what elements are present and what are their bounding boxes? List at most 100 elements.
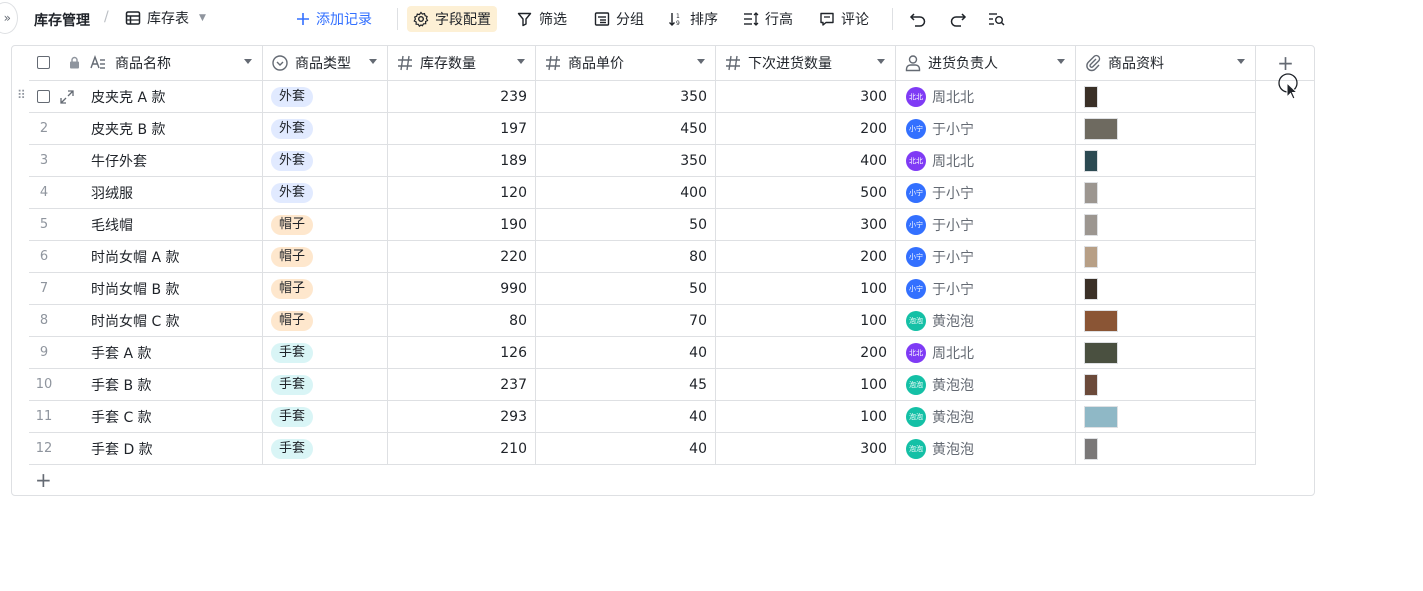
cell-stock[interactable]: 189 <box>388 145 536 177</box>
cell-stock[interactable]: 293 <box>388 401 536 433</box>
cell-price[interactable]: 450 <box>536 113 716 145</box>
cell-product-name[interactable]: ⠿ 皮夹克 A 款 <box>17 81 263 113</box>
cell-product-type[interactable]: 手套 <box>263 369 388 401</box>
expand-sidebar-button[interactable]: » <box>0 2 18 34</box>
cell-price[interactable]: 45 <box>536 369 716 401</box>
cell-attachment[interactable] <box>1076 241 1256 273</box>
cell-product-type[interactable]: 外套 <box>263 81 388 113</box>
row-checkbox[interactable] <box>37 90 50 103</box>
cell-owner[interactable]: 北北 周北北 <box>896 81 1076 113</box>
cell-stock[interactable]: 197 <box>388 113 536 145</box>
search-button[interactable] <box>982 6 1012 32</box>
cell-attachment[interactable] <box>1076 81 1256 113</box>
image-thumbnail[interactable] <box>1084 117 1118 140</box>
image-thumbnail[interactable] <box>1084 213 1098 236</box>
cell-attachment[interactable] <box>1076 433 1256 465</box>
chevron-down-icon[interactable] <box>517 59 525 64</box>
cell-next-qty[interactable]: 200 <box>716 241 896 273</box>
cell-next-qty[interactable]: 300 <box>716 209 896 241</box>
expand-record-icon[interactable] <box>60 90 74 104</box>
cell-product-type[interactable]: 外套 <box>263 177 388 209</box>
image-thumbnail[interactable] <box>1084 373 1098 396</box>
column-header-attachment[interactable]: 商品资料 <box>1076 45 1256 81</box>
cell-owner[interactable]: 小宁 于小宁 <box>896 113 1076 145</box>
cell-next-qty[interactable]: 400 <box>716 145 896 177</box>
cell-product-type[interactable]: 帽子 <box>263 273 388 305</box>
cell-product-name[interactable]: 3 牛仔外套 <box>29 145 263 177</box>
cell-product-name[interactable]: 9 手套 A 款 <box>29 337 263 369</box>
sort-button[interactable]: 1 9 排序 <box>662 6 724 32</box>
image-thumbnail[interactable] <box>1084 181 1098 204</box>
cell-owner[interactable]: 小宁 于小宁 <box>896 273 1076 305</box>
cell-attachment[interactable] <box>1076 369 1256 401</box>
cell-next-qty[interactable]: 200 <box>716 113 896 145</box>
cell-attachment[interactable] <box>1076 305 1256 337</box>
select-all-checkbox[interactable] <box>37 56 50 69</box>
cell-product-type[interactable]: 帽子 <box>263 209 388 241</box>
cell-owner[interactable]: 泡泡 黄泡泡 <box>896 433 1076 465</box>
cell-next-qty[interactable]: 500 <box>716 177 896 209</box>
column-header-owner[interactable]: 进货负责人 <box>896 45 1076 81</box>
cell-price[interactable]: 400 <box>536 177 716 209</box>
cell-next-qty[interactable]: 300 <box>716 81 896 113</box>
filter-button[interactable]: 筛选 <box>511 6 573 32</box>
cell-owner[interactable]: 小宁 于小宁 <box>896 241 1076 273</box>
cell-price[interactable]: 50 <box>536 209 716 241</box>
cell-product-name[interactable]: 11 手套 C 款 <box>29 401 263 433</box>
cell-product-name[interactable]: 2 皮夹克 B 款 <box>29 113 263 145</box>
cell-product-type[interactable]: 帽子 <box>263 241 388 273</box>
image-thumbnail[interactable] <box>1084 405 1118 428</box>
image-thumbnail[interactable] <box>1084 437 1098 460</box>
cell-attachment[interactable] <box>1076 273 1256 305</box>
comment-button[interactable]: 评论 <box>813 6 875 32</box>
cell-stock[interactable]: 190 <box>388 209 536 241</box>
cell-owner[interactable]: 泡泡 黄泡泡 <box>896 401 1076 433</box>
cell-price[interactable]: 40 <box>536 433 716 465</box>
image-thumbnail[interactable] <box>1084 309 1118 332</box>
cell-attachment[interactable] <box>1076 113 1256 145</box>
cell-price[interactable]: 350 <box>536 81 716 113</box>
cell-next-qty[interactable]: 200 <box>716 337 896 369</box>
cell-product-name[interactable]: 8 时尚女帽 C 款 <box>29 305 263 337</box>
cell-product-name[interactable]: 6 时尚女帽 A 款 <box>29 241 263 273</box>
cell-attachment[interactable] <box>1076 337 1256 369</box>
redo-button[interactable] <box>943 6 973 32</box>
add-row-button[interactable]: + <box>29 464 1256 496</box>
cell-next-qty[interactable]: 100 <box>716 369 896 401</box>
cell-owner[interactable]: 泡泡 黄泡泡 <box>896 369 1076 401</box>
chevron-down-icon[interactable] <box>369 59 377 64</box>
image-thumbnail[interactable] <box>1084 245 1098 268</box>
cell-product-type[interactable]: 手套 <box>263 433 388 465</box>
cell-stock[interactable]: 80 <box>388 305 536 337</box>
column-header-name[interactable]: 商品名称 <box>29 45 263 81</box>
group-button[interactable]: 分组 <box>588 6 650 32</box>
cell-product-name[interactable]: 10 手套 B 款 <box>29 369 263 401</box>
cell-stock[interactable]: 210 <box>388 433 536 465</box>
cell-stock[interactable]: 239 <box>388 81 536 113</box>
cell-owner[interactable]: 小宁 于小宁 <box>896 177 1076 209</box>
cell-owner[interactable]: 小宁 于小宁 <box>896 209 1076 241</box>
cell-stock[interactable]: 220 <box>388 241 536 273</box>
column-header-type[interactable]: 商品类型 <box>263 45 388 81</box>
cell-product-type[interactable]: 手套 <box>263 337 388 369</box>
undo-button[interactable] <box>903 6 933 32</box>
view-selector[interactable]: 库存表 ▼ <box>125 6 206 30</box>
cell-stock[interactable]: 237 <box>388 369 536 401</box>
cell-owner[interactable]: 北北 周北北 <box>896 337 1076 369</box>
cell-next-qty[interactable]: 100 <box>716 401 896 433</box>
cell-stock[interactable]: 126 <box>388 337 536 369</box>
cell-next-qty[interactable]: 100 <box>716 273 896 305</box>
cell-stock[interactable]: 120 <box>388 177 536 209</box>
field-config-button[interactable]: 字段配置 <box>407 6 497 32</box>
cell-price[interactable]: 80 <box>536 241 716 273</box>
cell-product-type[interactable]: 手套 <box>263 401 388 433</box>
chevron-down-icon[interactable] <box>1237 59 1245 64</box>
cell-product-type[interactable]: 外套 <box>263 113 388 145</box>
chevron-down-icon[interactable] <box>244 59 252 64</box>
cell-attachment[interactable] <box>1076 401 1256 433</box>
cell-product-type[interactable]: 外套 <box>263 145 388 177</box>
cell-product-name[interactable]: 4 羽绒服 <box>29 177 263 209</box>
cell-stock[interactable]: 990 <box>388 273 536 305</box>
column-header-next[interactable]: 下次进货数量 <box>716 45 896 81</box>
cell-product-name[interactable]: 5 毛线帽 <box>29 209 263 241</box>
